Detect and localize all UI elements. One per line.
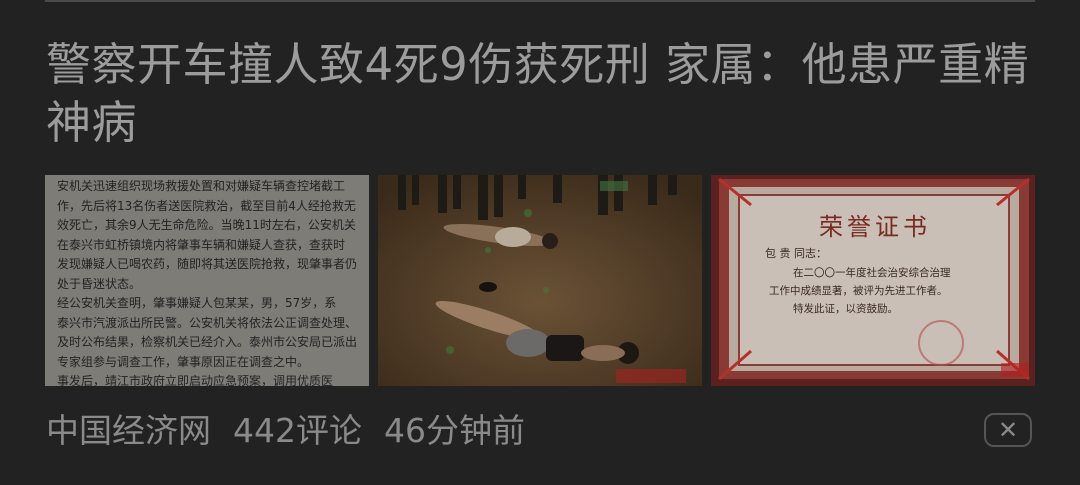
comment-count: 442评论 [233, 411, 362, 450]
document-text: 安机关迅速组织现场救援处置和对嫌疑车辆查控堵截工 作，先后将13名伤者送医院救治… [45, 175, 369, 386]
headline[interactable]: 警察开车撞人致4死9伤获死刑 家属：他患严重精神病 [46, 36, 1041, 152]
thumbnail-document[interactable]: 安机关迅速组织现场救援处置和对嫌疑车辆查控堵截工 作，先后将13名伤者送医院救治… [45, 175, 369, 386]
article-meta: 中国经济网 442评论 46分钟前 [46, 408, 525, 454]
certificate-line-3: 特发此证，以资鼓励。 [793, 303, 898, 315]
publish-time: 46分钟前 [384, 411, 525, 450]
scene-photo-image [378, 175, 702, 386]
certificate-line-2: 工作中成绩显著，被评为先进工作者。 [769, 285, 948, 297]
thumbnail-certificate[interactable]: 荣誉证书 包 贵 同志： 在二〇〇一年度社会治安综合治理 工作中成绩显著，被评为… [711, 175, 1035, 386]
close-icon: ✕ [997, 416, 1019, 444]
thumbnail-scene-photo[interactable] [378, 175, 702, 386]
news-card[interactable]: 警察开车撞人致4死9伤获死刑 家属：他患严重精神病 安机关迅速组织现场救援处置和… [0, 0, 1080, 485]
certificate-recipient: 包 贵 同志： [765, 247, 827, 260]
certificate-line-1: 在二〇〇一年度社会治安综合治理 [793, 267, 951, 279]
thumbnail-strip[interactable]: 安机关迅速组织现场救援处置和对嫌疑车辆查控堵截工 作，先后将13名伤者送医院救治… [45, 175, 1035, 386]
source-label: 中国经济网 [46, 411, 211, 450]
certificate-title: 荣誉证书 [819, 213, 931, 241]
dismiss-button[interactable]: ✕ [984, 413, 1032, 447]
